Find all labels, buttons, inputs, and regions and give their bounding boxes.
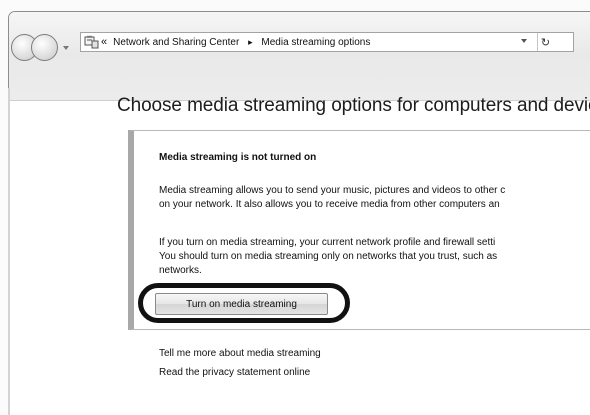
panel-description: Media streaming allows you to send your … <box>159 184 590 212</box>
turn-on-media-streaming-button[interactable]: Turn on media streaming <box>155 293 328 315</box>
breadcrumb: Network and Sharing Center ▸ Media strea… <box>113 37 370 48</box>
control-panel-icon <box>84 35 99 49</box>
navigation-bar <box>9 12 590 101</box>
screenshot: « Network and Sharing Center ▸ Media str… <box>0 0 590 415</box>
panel-warning-line-3: networks. <box>159 265 202 276</box>
media-streaming-help-link[interactable]: Tell me more about media streaming <box>159 348 321 359</box>
breadcrumb-network-sharing-center[interactable]: Network and Sharing Center <box>113 37 239 48</box>
breadcrumb-media-streaming-options[interactable]: Media streaming options <box>261 37 370 48</box>
privacy-statement-link[interactable]: Read the privacy statement online <box>159 367 310 378</box>
breadcrumb-separator-icon[interactable]: ▸ <box>248 37 253 48</box>
panel-warning-line-1: If you turn on media streaming, your cur… <box>159 237 496 248</box>
address-dropdown-icon[interactable] <box>521 39 527 43</box>
panel-warning: If you turn on media streaming, your cur… <box>159 236 590 278</box>
recent-pages-dropdown-icon[interactable] <box>63 46 69 50</box>
panel-description-line-1: Media streaming allows you to send your … <box>159 185 506 196</box>
page-title: Choose media streaming options for compu… <box>117 95 590 116</box>
panel-title: Media streaming is not turned on <box>159 152 317 163</box>
forward-button[interactable] <box>31 34 58 61</box>
panel-warning-line-2: You should turn on media streaming only … <box>159 251 498 262</box>
breadcrumb-chevrons[interactable]: « <box>101 36 107 48</box>
address-bar[interactable]: « Network and Sharing Center ▸ Media str… <box>80 32 574 52</box>
refresh-icon[interactable]: ↻ <box>537 33 553 51</box>
panel-description-line-2: on your network. It also allows you to r… <box>159 199 500 210</box>
window-left-edge <box>8 88 10 415</box>
